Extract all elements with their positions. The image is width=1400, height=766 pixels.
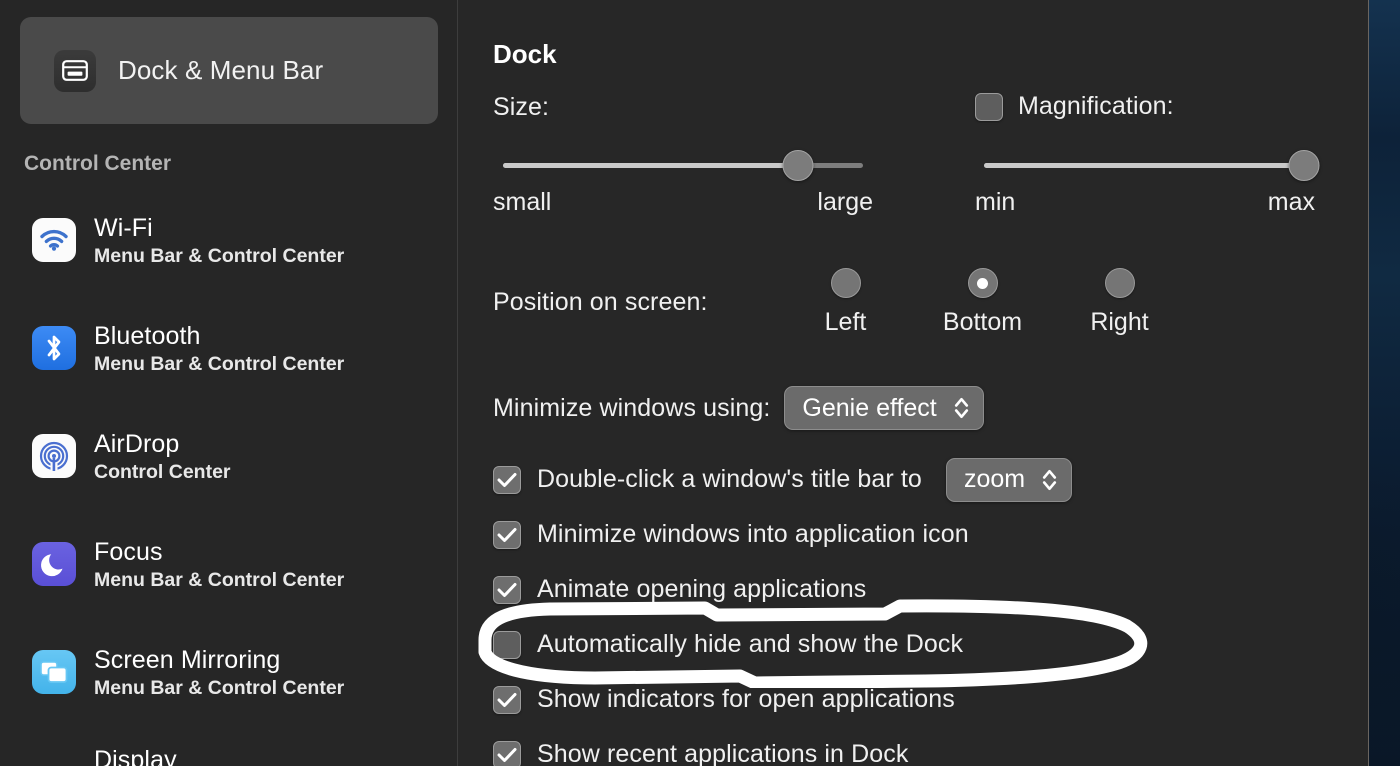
checkmark-icon — [497, 472, 517, 488]
double-click-action-value: zoom — [964, 465, 1025, 494]
minimize-effect-label: Minimize windows using: — [493, 394, 770, 423]
checkbox-auto-hide-dock[interactable] — [493, 631, 521, 659]
position-on-screen-label: Position on screen: — [493, 288, 708, 317]
sidebar-item-bluetooth[interactable]: Bluetooth Menu Bar & Control Center — [0, 316, 457, 424]
sidebar-item-list: Wi-Fi Menu Bar & Control Center Bluetoot… — [0, 208, 457, 766]
dock-settings-pane: Dock Size: small large Magnification: — [459, 0, 1368, 766]
size-min-label: small — [493, 188, 551, 217]
sidebar-item-text: Wi-Fi Menu Bar & Control Center — [94, 214, 344, 268]
dock-size-slider[interactable] — [503, 150, 863, 180]
sidebar-item-text: Bluetooth Menu Bar & Control Center — [94, 322, 344, 376]
sidebar-item-subtitle: Control Center — [94, 461, 231, 483]
checkbox-minimize-into-app-icon[interactable] — [493, 521, 521, 549]
checkbox-label: Animate opening applications — [537, 575, 866, 604]
size-label: Size: — [493, 93, 549, 122]
checkbox-row-animate-opening-applications[interactable]: Animate opening applications — [493, 562, 1368, 617]
sidebar-item-text: AirDrop Control Center — [94, 430, 231, 484]
magnification-label: Magnification: — [1018, 92, 1174, 121]
minimize-effect-value: Genie effect — [802, 394, 936, 423]
checkbox-row-show-recent-applications[interactable]: Show recent applications in Dock — [493, 727, 1368, 766]
radio-left[interactable] — [831, 268, 861, 298]
sidebar-item-focus[interactable]: Focus Menu Bar & Control Center — [0, 532, 457, 640]
sidebar-section-header: Control Center — [24, 152, 171, 176]
radio-right[interactable] — [1105, 268, 1135, 298]
magnification-slider-end-labels: min max — [975, 188, 1315, 217]
magnification-slider[interactable] — [984, 150, 1304, 180]
sidebar-item-subtitle: Menu Bar & Control Center — [94, 353, 344, 375]
dock-menubar-icon — [54, 50, 96, 92]
minimize-effect-row: Minimize windows using: Genie effect — [493, 386, 984, 430]
sidebar-item-subtitle: Menu Bar & Control Center — [94, 245, 344, 267]
system-preferences-window: Dock & Menu Bar Control Center Wi-Fi Men… — [0, 0, 1369, 766]
checkbox-label: Show recent applications in Dock — [537, 740, 908, 766]
checkbox-label: Show indicators for open applications — [537, 685, 955, 714]
sidebar-selected-label: Dock & Menu Bar — [118, 55, 323, 86]
checkmark-icon — [497, 747, 517, 763]
radio-bottom[interactable] — [968, 268, 998, 298]
radio-option-right[interactable]: Right — [1051, 268, 1188, 337]
sidebar-item-text: Screen Mirroring Menu Bar & Control Cent… — [94, 646, 344, 700]
sidebar-item-title: Bluetooth — [94, 322, 201, 350]
size-slider-end-labels: small large — [493, 188, 873, 217]
slider-knob[interactable] — [783, 150, 814, 181]
sidebar-item-screen-mirroring[interactable]: Screen Mirroring Menu Bar & Control Cent… — [0, 640, 457, 748]
sidebar-item-subtitle: Menu Bar & Control Center — [94, 569, 344, 591]
magnification-max-label: max — [1268, 188, 1315, 217]
size-max-label: large — [817, 188, 873, 217]
checkbox-show-recent-applications[interactable] — [493, 741, 521, 766]
focus-moon-icon — [32, 542, 76, 586]
screen-mirroring-icon — [32, 650, 76, 694]
magnification-min-label: min — [975, 188, 1015, 217]
radio-bottom-label: Bottom — [943, 308, 1022, 337]
checkbox-label: Double-click a window's title bar to — [537, 465, 922, 494]
radio-option-left[interactable]: Left — [777, 268, 914, 337]
sidebar: Dock & Menu Bar Control Center Wi-Fi Men… — [0, 0, 458, 766]
checkbox-label: Minimize windows into application icon — [537, 520, 969, 549]
slider-fill — [503, 163, 798, 168]
checkbox-show-indicators[interactable] — [493, 686, 521, 714]
sidebar-item-title: Focus — [94, 538, 163, 566]
radio-left-label: Left — [825, 308, 867, 337]
sidebar-item-airdrop[interactable]: AirDrop Control Center — [0, 424, 457, 532]
checkbox-row-auto-hide-dock[interactable]: Automatically hide and show the Dock — [493, 617, 1368, 672]
sidebar-item-dock-menu-bar[interactable]: Dock & Menu Bar — [20, 17, 438, 124]
airdrop-icon — [32, 434, 76, 478]
checkbox-double-click-title-bar[interactable] — [493, 466, 521, 494]
bluetooth-icon — [32, 326, 76, 370]
slider-track — [984, 163, 1304, 168]
sidebar-item-title: AirDrop — [94, 430, 179, 458]
checkbox-animate-opening-applications[interactable] — [493, 576, 521, 604]
sidebar-item-title: Display — [94, 746, 177, 766]
chevron-updown-icon — [1041, 466, 1058, 494]
slider-fill — [984, 163, 1304, 168]
chevron-updown-icon — [953, 394, 970, 422]
sidebar-item-display[interactable]: Display — [0, 748, 457, 766]
wifi-icon — [32, 218, 76, 262]
page-title: Dock — [493, 39, 557, 70]
sidebar-item-title: Screen Mirroring — [94, 646, 280, 674]
magnification-row: Magnification: — [975, 92, 1174, 121]
checkbox-row-double-click-title-bar[interactable]: Double-click a window's title bar to zoo… — [493, 452, 1368, 507]
sidebar-item-subtitle: Menu Bar & Control Center — [94, 677, 344, 699]
sidebar-item-text: Focus Menu Bar & Control Center — [94, 538, 344, 592]
checkmark-icon — [497, 692, 517, 708]
slider-knob[interactable] — [1289, 150, 1320, 181]
checkbox-row-minimize-into-app-icon[interactable]: Minimize windows into application icon — [493, 507, 1368, 562]
double-click-action-dropdown[interactable]: zoom — [946, 458, 1072, 502]
minimize-effect-dropdown[interactable]: Genie effect — [784, 386, 983, 430]
radio-option-bottom[interactable]: Bottom — [914, 268, 1051, 337]
checkbox-label: Automatically hide and show the Dock — [537, 630, 963, 659]
sidebar-item-wi-fi[interactable]: Wi-Fi Menu Bar & Control Center — [0, 208, 457, 316]
sidebar-item-text: Display — [94, 746, 177, 766]
radio-dot — [977, 278, 988, 289]
radio-right-label: Right — [1090, 308, 1148, 337]
position-radio-group: Left Bottom Right — [777, 268, 1188, 337]
checkbox-row-show-indicators[interactable]: Show indicators for open applications — [493, 672, 1368, 727]
magnification-checkbox[interactable] — [975, 93, 1003, 121]
dock-options-checkbox-list: Double-click a window's title bar to zoo… — [493, 452, 1368, 766]
sidebar-item-title: Wi-Fi — [94, 214, 153, 242]
checkmark-icon — [497, 527, 517, 543]
checkmark-icon — [497, 582, 517, 598]
